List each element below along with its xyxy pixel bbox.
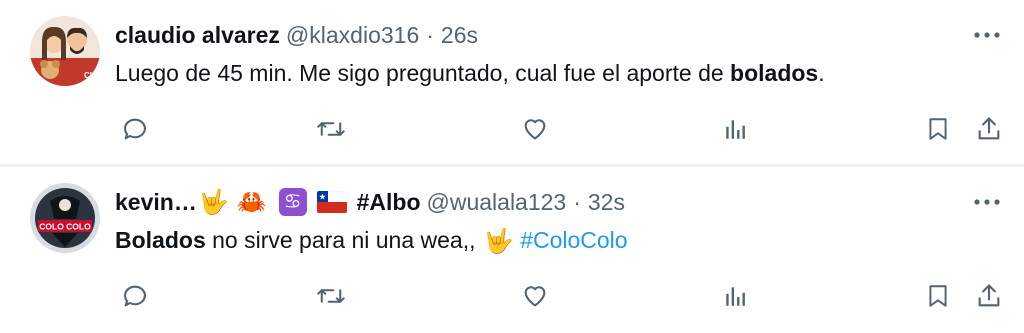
tweet-text-bold: Bolados	[115, 227, 206, 253]
display-name[interactable]: claudio alvarez	[115, 22, 280, 49]
tweet-text: Bolados no sirve para ni una wea,, 🤟 #Co…	[115, 225, 628, 257]
views-icon[interactable]	[719, 112, 753, 146]
tweet-text-part: Luego de 45 min. Me sigo preguntado, cua…	[115, 60, 731, 86]
display-name[interactable]: kevin…	[115, 189, 197, 216]
hashtag-link[interactable]: #ColoColo	[520, 227, 627, 253]
avatar[interactable]: COLO COLO	[30, 183, 100, 253]
tweet-actions	[0, 112, 1024, 146]
timestamp[interactable]: 26s	[441, 22, 478, 49]
share-icon[interactable]	[972, 279, 1006, 313]
separator-dot: ·	[573, 188, 581, 215]
retweet-icon[interactable]	[314, 279, 348, 313]
retweet-icon[interactable]	[314, 112, 348, 146]
tweet[interactable]: CHI claudio alvarez @klaxdio316 · 26s Lu…	[0, 0, 1024, 165]
share-icon[interactable]	[972, 112, 1006, 146]
avatar[interactable]: CHI	[30, 16, 100, 86]
reply-icon[interactable]	[118, 112, 152, 146]
views-icon[interactable]	[719, 279, 753, 313]
svg-text:CHI: CHI	[84, 71, 98, 80]
chile-flag-emoji-icon	[316, 191, 347, 213]
more-options-icon[interactable]	[972, 20, 1002, 50]
tweet-feed: CHI claudio alvarez @klaxdio316 · 26s Lu…	[0, 0, 1024, 333]
bookmark-icon[interactable]	[921, 279, 955, 313]
avatar-crest-text: COLO COLO	[39, 222, 91, 232]
tweet-header: claudio alvarez @klaxdio316 · 26s	[115, 18, 478, 52]
bookmark-icon[interactable]	[921, 112, 955, 146]
crab-emoji-icon: 🦀	[236, 188, 267, 216]
tweet-text-part: .	[818, 60, 825, 86]
tweet-actions	[0, 279, 1024, 313]
couple-with-dog-avatar-icon: CHI	[30, 16, 100, 86]
like-icon[interactable]	[518, 279, 552, 313]
cancer-glyph: ♋	[283, 191, 302, 213]
timestamp[interactable]: 32s	[588, 189, 625, 216]
reply-icon[interactable]	[118, 279, 152, 313]
like-icon[interactable]	[518, 112, 552, 146]
handle[interactable]: @klaxdio316	[286, 22, 419, 49]
rock-on-hand-emoji-icon: 🤟	[483, 227, 514, 255]
tweet-text-part: no sirve para ni una wea,,	[205, 227, 482, 253]
tweet-header: kevin… 🤟 🦀 ♋ #Albo @wualala123 · 32s	[115, 185, 625, 219]
tweet-text-bold: bolados	[730, 60, 819, 86]
more-options-icon[interactable]	[972, 187, 1002, 217]
rock-on-hand-emoji-icon: 🤟	[198, 188, 229, 216]
handle[interactable]: @wualala123	[427, 189, 567, 216]
tweet-text: Luego de 45 min. Me sigo preguntado, cua…	[115, 58, 825, 88]
colo-colo-crest-avatar-icon: COLO COLO	[30, 183, 100, 253]
cancer-zodiac-emoji-icon: ♋	[278, 188, 307, 216]
separator-dot: ·	[426, 21, 434, 48]
tweet[interactable]: COLO COLO kevin… 🤟 🦀 ♋ #Albo @wualala123…	[0, 167, 1024, 333]
display-name-suffix[interactable]: #Albo	[357, 189, 421, 216]
